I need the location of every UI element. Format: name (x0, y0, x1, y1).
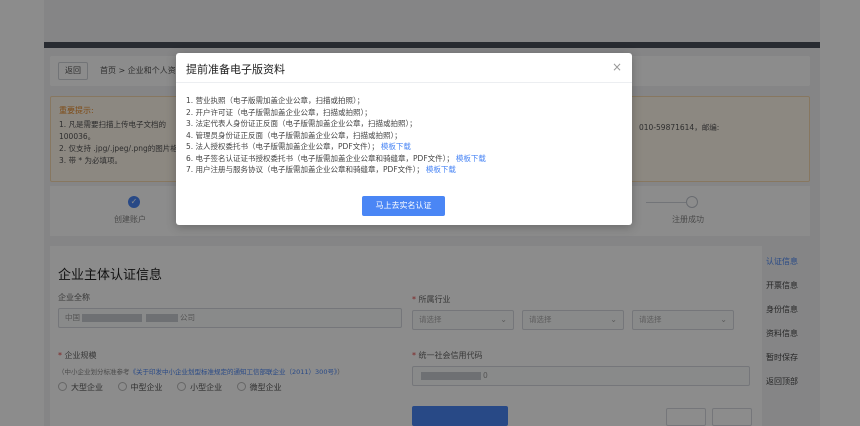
document-item: 6. 电子签名认证证书授权委托书（电子版需加盖企业公章和骑缝章，PDF文件）；模… (186, 153, 486, 163)
document-item: 7. 用户注册与服务协议（电子版需加盖企业公章和骑缝章，PDF文件）； 模板下载 (186, 165, 456, 174)
dialog-body: 1. 营业执照（电子版需加盖企业公章，扫描或拍照）； 2. 开户许可证（电子版需… (186, 95, 622, 176)
template-download-link[interactable]: 模板下载 (426, 165, 456, 174)
template-download-link[interactable]: 模板下载 (456, 154, 486, 163)
dialog-header: 提前准备电子版资料 × (176, 53, 632, 83)
template-download-link[interactable]: 模板下载 (381, 142, 411, 151)
dialog-title: 提前准备电子版资料 (186, 63, 285, 76)
close-icon[interactable]: × (612, 60, 622, 74)
prepare-documents-dialog: 提前准备电子版资料 × 1. 营业执照（电子版需加盖企业公章，扫描或拍照）； 2… (176, 53, 632, 225)
document-item: 3. 法定代表人身份证正反面（电子版需加盖企业公章，扫描或拍照）； (186, 119, 417, 128)
document-item: 5. 法人授权委托书（电子版需加盖企业公章，PDF文件）； 模板下载 (186, 142, 411, 151)
document-item: 1. 营业执照（电子版需加盖企业公章，扫描或拍照）； (186, 96, 365, 105)
go-verify-button[interactable]: 马上去实名认证 (362, 196, 445, 216)
document-item: 2. 开户许可证（电子版需加盖企业公章，扫描或拍照）； (186, 107, 372, 117)
document-item: 4. 管理员身份证正反面（电子版需加盖企业公章，扫描或拍照）； (186, 130, 402, 140)
